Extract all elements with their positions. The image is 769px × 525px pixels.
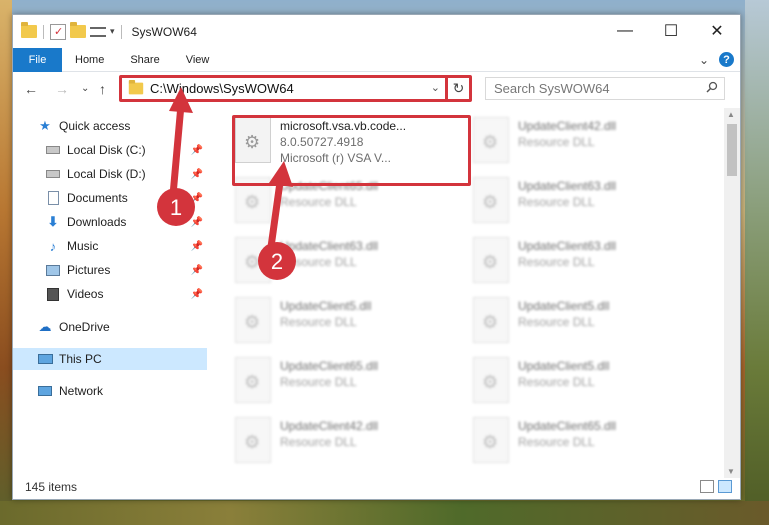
- file-explorer-window: ✓ ▾ SysWOW64 — ☐ ✕ File Home Share View …: [12, 14, 741, 500]
- desktop-background-bottom: [0, 501, 769, 525]
- step-2-number: 2: [271, 249, 283, 274]
- arrow-2-head: [269, 161, 293, 187]
- arrow-1-head: [169, 87, 193, 113]
- desktop-background-left: [0, 0, 12, 525]
- step-1-number: 1: [170, 195, 182, 220]
- annotation-overlay: 1 2: [157, 87, 296, 280]
- arrow-1: [169, 104, 185, 196]
- arrow-2: [267, 174, 285, 248]
- desktop-background-right: [745, 0, 769, 525]
